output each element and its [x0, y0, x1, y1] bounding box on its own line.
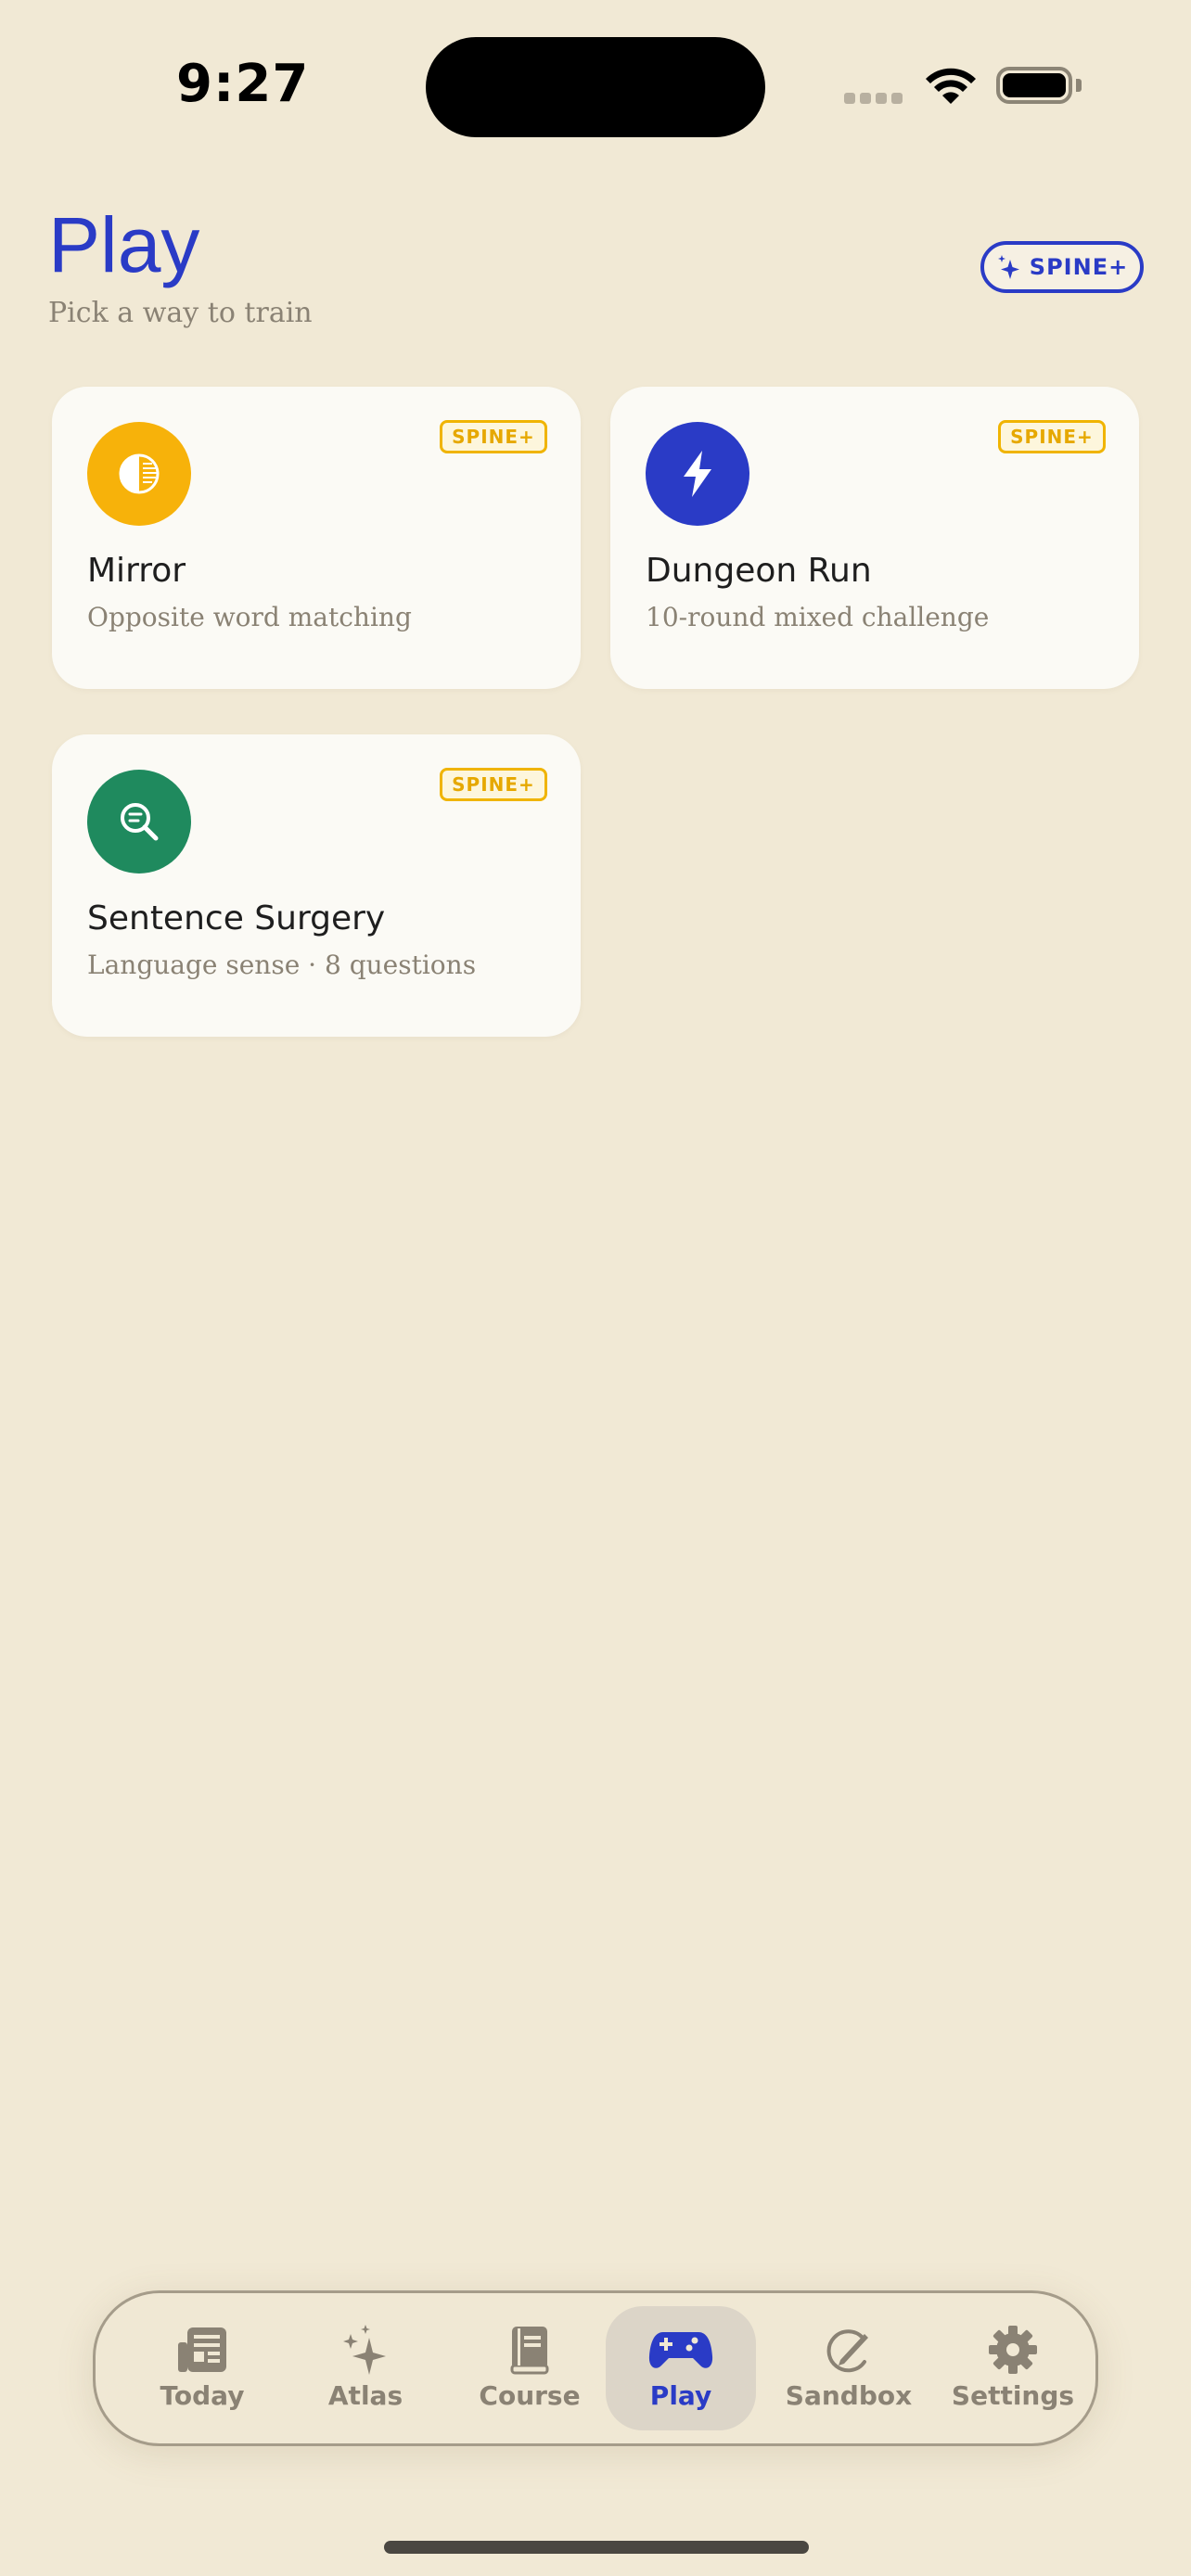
dungeon-run-icon-circle: [646, 422, 749, 526]
half-circle-icon: [119, 453, 160, 494]
spine-plus-label: SPINE+: [1029, 254, 1129, 280]
tab-label: Course: [479, 2380, 581, 2411]
spine-plus-badge: SPINE+: [440, 768, 547, 801]
mirror-icon-circle: [87, 422, 191, 526]
game-card-sentence-surgery[interactable]: SPINE+ Sentence Surgery Language sense ·…: [52, 734, 581, 1037]
game-card-mirror[interactable]: SPINE+ Mirror Opposite word matching: [52, 387, 581, 689]
pencil-circle-icon: [826, 2329, 868, 2373]
tab-today[interactable]: Today: [127, 2306, 277, 2430]
gear-icon: [989, 2326, 1037, 2374]
sentence-surgery-icon-circle: [87, 770, 191, 874]
magnifier-text-icon: [121, 803, 159, 841]
tab-label: Play: [649, 2380, 712, 2411]
spine-plus-badge: SPINE+: [998, 420, 1106, 453]
lightning-bolt-icon: [684, 451, 711, 497]
dynamic-island: [426, 37, 765, 137]
tab-play[interactable]: Play: [606, 2306, 756, 2430]
spine-plus-button[interactable]: SPINE+: [980, 241, 1144, 293]
card-title: Dungeon Run: [646, 552, 872, 590]
home-indicator[interactable]: [384, 2541, 809, 2554]
newspaper-icon: [178, 2327, 226, 2372]
game-card-dungeon-run[interactable]: SPINE+ Dungeon Run 10-round mixed challe…: [610, 387, 1139, 689]
card-subtitle: Language sense · 8 questions: [87, 950, 477, 980]
card-subtitle: 10-round mixed challenge: [646, 602, 990, 632]
page-title: Play: [48, 201, 200, 288]
wifi-icon: [926, 68, 976, 104]
tab-label: Atlas: [327, 2380, 403, 2411]
cellular-signal-icon: [844, 93, 905, 106]
sparkles-icon: [343, 2325, 386, 2375]
battery-tip: [1076, 79, 1082, 92]
tab-atlas[interactable]: Atlas: [290, 2306, 441, 2430]
tab-course[interactable]: Course: [455, 2306, 605, 2430]
tab-sandbox[interactable]: Sandbox: [774, 2306, 924, 2430]
battery-icon: [996, 67, 1072, 104]
page-subtitle: Pick a way to train: [48, 297, 313, 329]
tab-label: Sandbox: [785, 2380, 913, 2411]
status-time: 9:27: [176, 54, 310, 114]
tab-label: Today: [160, 2380, 245, 2411]
card-title: Sentence Surgery: [87, 899, 386, 937]
book-icon: [510, 2327, 549, 2375]
tab-bar: Today Atlas Course Play Sandbox Settings: [93, 2290, 1098, 2446]
card-title: Mirror: [87, 552, 186, 590]
sparkles-icon: [997, 255, 1019, 279]
spine-plus-badge: SPINE+: [440, 420, 547, 453]
tab-label: Settings: [951, 2380, 1075, 2411]
card-subtitle: Opposite word matching: [87, 602, 412, 632]
tab-settings[interactable]: Settings: [938, 2306, 1088, 2430]
gamecontroller-icon: [648, 2332, 713, 2368]
